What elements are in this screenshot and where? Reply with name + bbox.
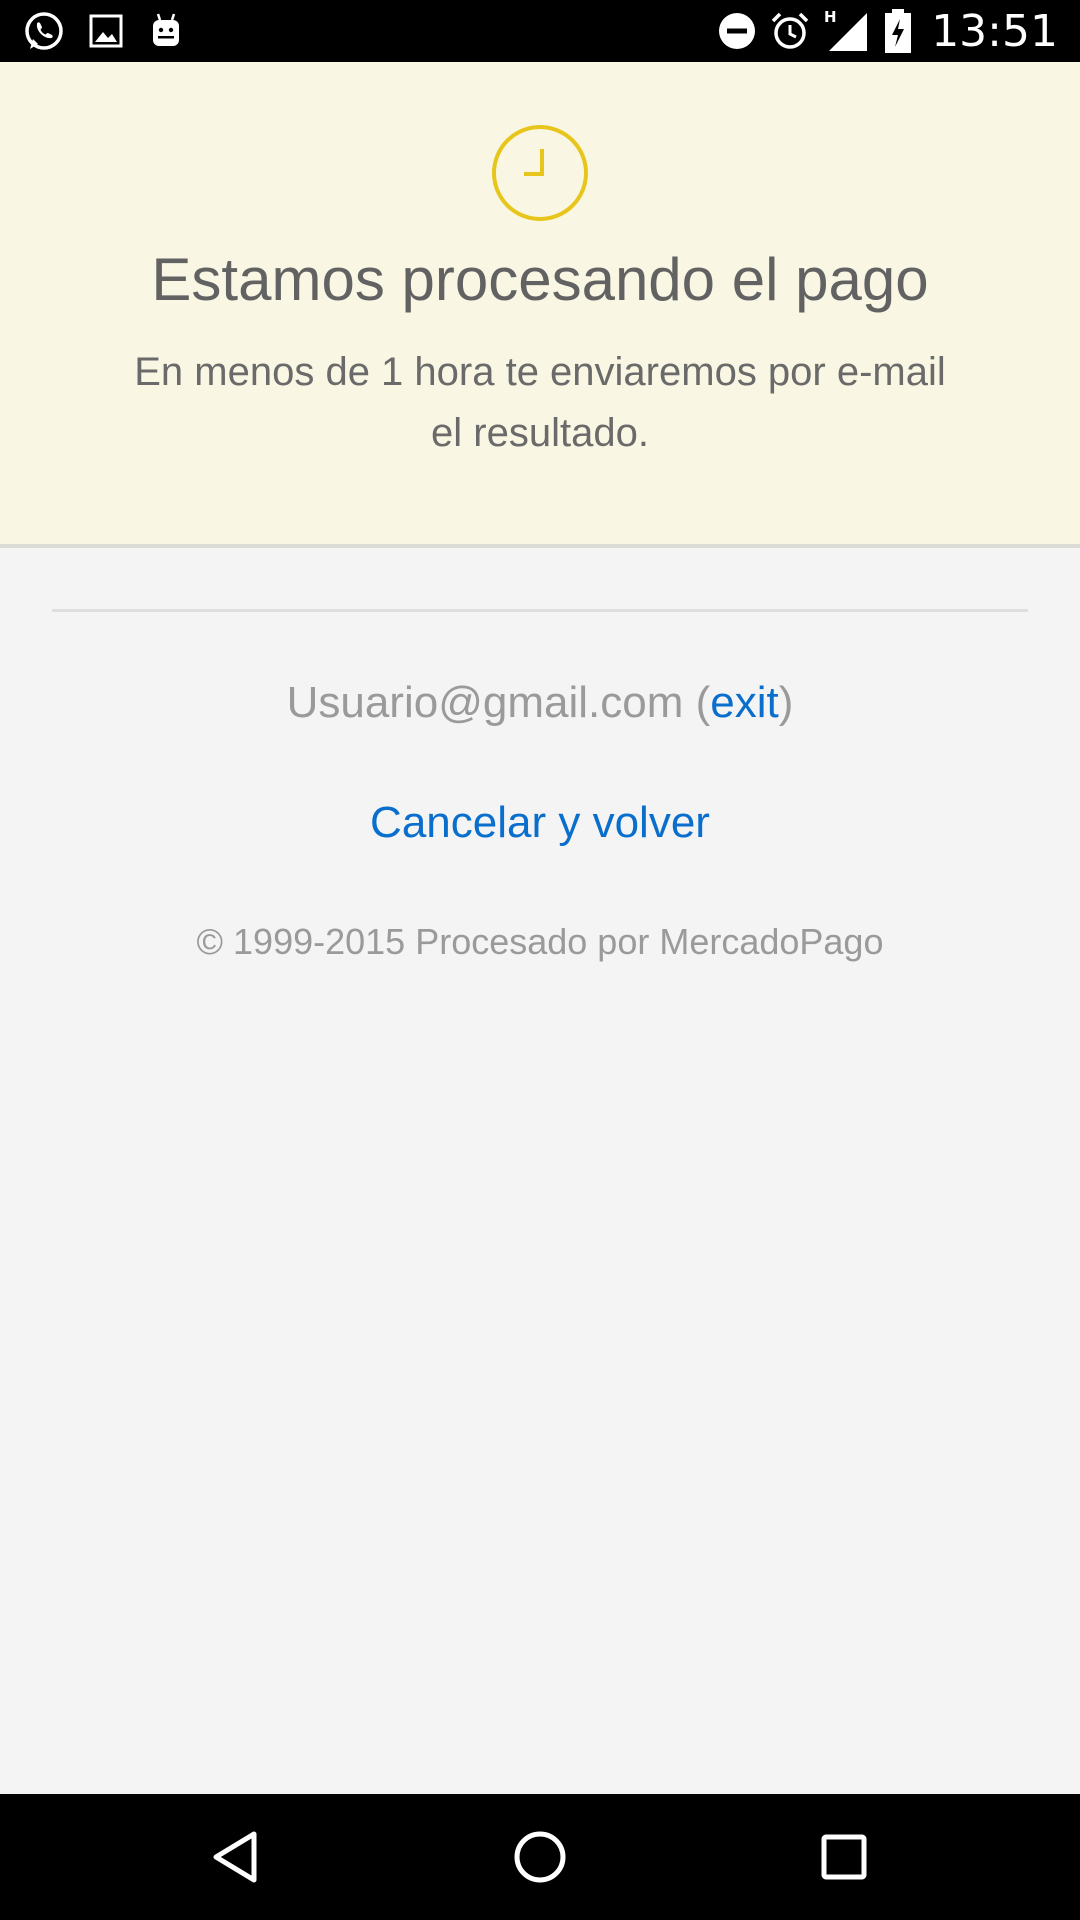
status-time: 13:51 <box>931 5 1058 57</box>
alarm-icon <box>769 10 811 52</box>
footer-copyright: © 1999-2015 Procesado por MercadoPago <box>196 921 884 962</box>
open-paren: ( <box>683 678 711 727</box>
battery-charging-icon <box>883 8 913 54</box>
close-paren: ) <box>778 678 794 727</box>
home-icon[interactable] <box>508 1825 572 1889</box>
system-icons: H 13:51 <box>717 0 1058 62</box>
whatsapp-icon <box>22 9 66 53</box>
android-icon <box>146 11 186 51</box>
cancel-and-return-link[interactable]: Cancelar y volver <box>0 797 1080 849</box>
back-icon[interactable] <box>204 1825 268 1889</box>
clock-icon <box>491 124 589 222</box>
account-line: Usuario@gmail.com (exit) <box>0 677 1080 729</box>
page-subtitle: En menos de 1 hora te enviaremos por e-m… <box>134 350 946 455</box>
user-email: Usuario@gmail.com <box>286 678 684 727</box>
network-type-label: H <box>824 8 837 26</box>
signal-icon: H <box>823 7 871 55</box>
page-title: Estamos procesando el pago <box>151 246 929 313</box>
notification-icons <box>22 8 186 54</box>
screen: H 13:51 Estamos procesando el pago En me… <box>0 0 1080 1920</box>
payment-status-banner: Estamos procesando el pago En menos de 1… <box>0 62 1080 548</box>
status-bar: H 13:51 <box>0 0 1080 62</box>
image-icon <box>86 11 126 51</box>
navigation-bar <box>0 1794 1080 1920</box>
recents-icon[interactable] <box>812 1825 876 1889</box>
exit-link[interactable]: exit <box>710 678 778 727</box>
divider <box>52 609 1028 612</box>
do-not-disturb-icon <box>717 11 757 51</box>
